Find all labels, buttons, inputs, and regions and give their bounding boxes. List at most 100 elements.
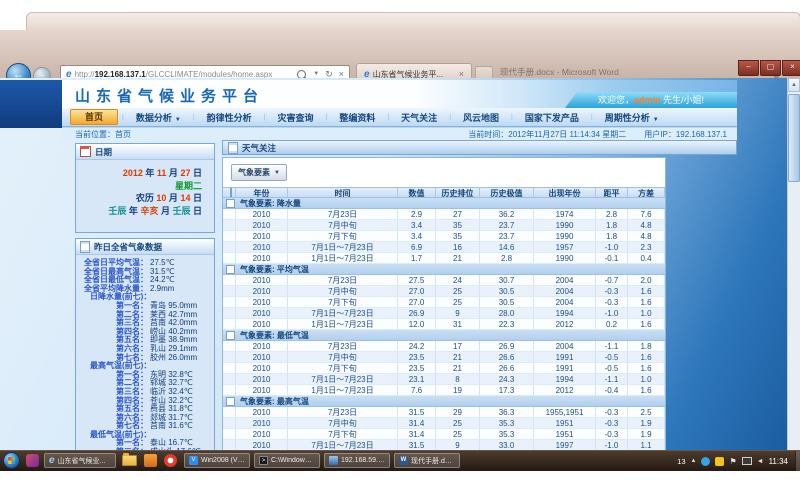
table-cell: 12.0 (398, 319, 436, 329)
stat-value: 24.2℃ (150, 275, 175, 284)
table-group-row: 气象要素: 最高气温 (223, 396, 665, 407)
group-checkbox[interactable] (226, 199, 235, 208)
table-cell: 23.5 (398, 363, 436, 373)
checkbox[interactable] (230, 188, 232, 197)
weather-data-panel: 昨日全省气象数据 全省日平均气温：27.5℃全省日最高气温：31.5℃全省日最低… (75, 238, 215, 470)
table-cell: 1月1日～7月23日 (288, 253, 398, 263)
table-cell: 2012 (534, 385, 596, 395)
maximize-icon[interactable]: ▢ (760, 60, 781, 76)
rank-value: 莒南 31.6℃ (150, 421, 193, 430)
table-cell: -1.0 (596, 242, 628, 252)
page-scrollbar[interactable]: ▲ ▼ (787, 78, 800, 470)
table-cell: 4.8 (628, 231, 665, 241)
table-cell: 2010 (236, 341, 288, 351)
table-cell: 2.9 (398, 209, 436, 219)
nav-item-7[interactable]: 国家下发产品 (513, 111, 591, 124)
volume-icon[interactable]: ◄ (757, 458, 764, 465)
table-cell: 22.3 (480, 319, 534, 329)
stat-value: 2.9mm (150, 284, 174, 293)
taskbar-ie-button[interactable]: e 山东省气候业... (44, 453, 116, 468)
table-cell: -0.3 (596, 297, 628, 307)
taskbar-button-vm[interactable]: VWin2008 (VS2... (184, 453, 250, 468)
show-desktop-button[interactable] (795, 451, 800, 471)
table-cell: 0.4 (628, 253, 665, 263)
tray-app-icon[interactable] (701, 457, 710, 466)
ime-badge[interactable]: 13 (677, 457, 685, 466)
table-cell: 24 (436, 275, 480, 285)
table-cell: 7月23日 (288, 209, 398, 219)
minimize-icon[interactable]: – (738, 60, 759, 76)
system-tray: 13 ▲ ⚑ ◄ 11:34 (677, 451, 788, 471)
group-checkbox[interactable] (226, 265, 235, 274)
status-time: 当前时间：2012年11月27日 11:14:34 星期二 (468, 129, 626, 140)
scrollbar-thumb[interactable] (788, 94, 800, 182)
table-cell: 2004 (534, 286, 596, 296)
table-cell: 2010 (236, 418, 288, 428)
main-panel-title: 天气关注 (242, 142, 276, 154)
table-cell: 17.3 (480, 385, 534, 395)
table-cell: 7.6 (398, 385, 436, 395)
tray-app-icon[interactable] (715, 457, 724, 466)
rank-value: 莒南 42.0mm (150, 318, 197, 327)
table-row: 20107月下旬27.02530.52004-0.31.6 (223, 297, 665, 308)
taskbar-button-rdp[interactable]: 192.168.59.99... (324, 453, 390, 468)
table-cell: 1994 (534, 374, 596, 384)
element-filter-button[interactable]: 气象要素 ▼ (231, 164, 287, 181)
table-cell: 31.5 (398, 407, 436, 417)
nav-item-2[interactable]: 韵律性分析 (195, 111, 264, 124)
nav-item-5[interactable]: 天气关注 (389, 111, 449, 124)
nav-item-8[interactable]: 周期性分析▼ (593, 111, 671, 124)
table-cell: 27.5 (398, 275, 436, 285)
ganzhi-unit: 年 (126, 206, 140, 216)
nav-item-4[interactable]: 整编资料 (327, 111, 387, 124)
nav-item-1[interactable]: 数据分析▼ (124, 111, 193, 124)
word-icon: W (399, 456, 408, 465)
action-center-flag-icon[interactable]: ⚑ (729, 457, 736, 466)
table-row: 20107月23日2.92736.219742.87.6 (223, 209, 665, 220)
start-button[interactable] (3, 452, 20, 469)
row-indent-cell (223, 319, 236, 329)
table-row: 20107月23日27.52430.72004-0.72.0 (223, 275, 665, 286)
group-checkbox[interactable] (226, 331, 235, 340)
close-icon[interactable]: × (782, 60, 800, 76)
row-indent-cell (223, 308, 236, 318)
table-cell: 30.7 (480, 275, 534, 285)
rank-value: 胶州 26.0mm (150, 353, 197, 362)
nav-item-3[interactable]: 灾害查询 (265, 111, 325, 124)
taskbar-button-label: 现代手册.docx ... (411, 456, 455, 466)
table-cell: 21 (436, 363, 480, 373)
table-cell: 2010 (236, 220, 288, 230)
table-cell: 2004 (534, 341, 596, 351)
pinned-app-icon[interactable] (164, 454, 177, 467)
clock[interactable]: 11:34 (769, 457, 788, 466)
row-indent-cell (223, 253, 236, 263)
network-icon[interactable] (742, 457, 752, 465)
table-cell: 31.4 (398, 418, 436, 428)
nav-item-6[interactable]: 风云地图 (451, 111, 511, 124)
pinned-app-icon[interactable] (144, 454, 157, 467)
nav-item-0[interactable]: 首页 (70, 109, 118, 125)
table-cell: 1.7 (398, 253, 436, 263)
date-panel-body: 2012 年 11 月 27 日 星期二 农历 10 月 14 日 壬辰 年 辛… (76, 160, 214, 217)
table-cell: 2010 (236, 319, 288, 329)
rank-value: 郓城 32.7℃ (150, 378, 193, 387)
main-panel-header: 天气关注 (222, 140, 737, 155)
table-cell: 1.6 (628, 319, 665, 329)
scroll-up-icon[interactable]: ▲ (788, 78, 800, 92)
tray-expand-icon[interactable]: ▲ (691, 458, 697, 464)
row-indent-cell (223, 385, 236, 395)
table-cell: 27.0 (398, 297, 436, 307)
ganzhi-value: 壬辰 (172, 206, 190, 216)
group-checkbox[interactable] (226, 397, 235, 406)
table-cell: 35 (436, 231, 480, 241)
chevron-down-icon: ▼ (175, 117, 181, 123)
table-cell: 36.3 (480, 407, 534, 417)
explorer-folder-icon[interactable] (122, 455, 137, 466)
row-indent-cell (223, 418, 236, 428)
pinned-app-icon[interactable] (26, 454, 39, 467)
taskbar-button-cmd[interactable]: >C:\Windows\s... (254, 453, 320, 468)
taskbar-button-word[interactable]: W现代手册.docx ... (394, 453, 460, 468)
table-cell: 7月1日～7月23日 (288, 440, 398, 450)
table-cell: 2.0 (628, 275, 665, 285)
table-cell: 1951 (534, 418, 596, 428)
